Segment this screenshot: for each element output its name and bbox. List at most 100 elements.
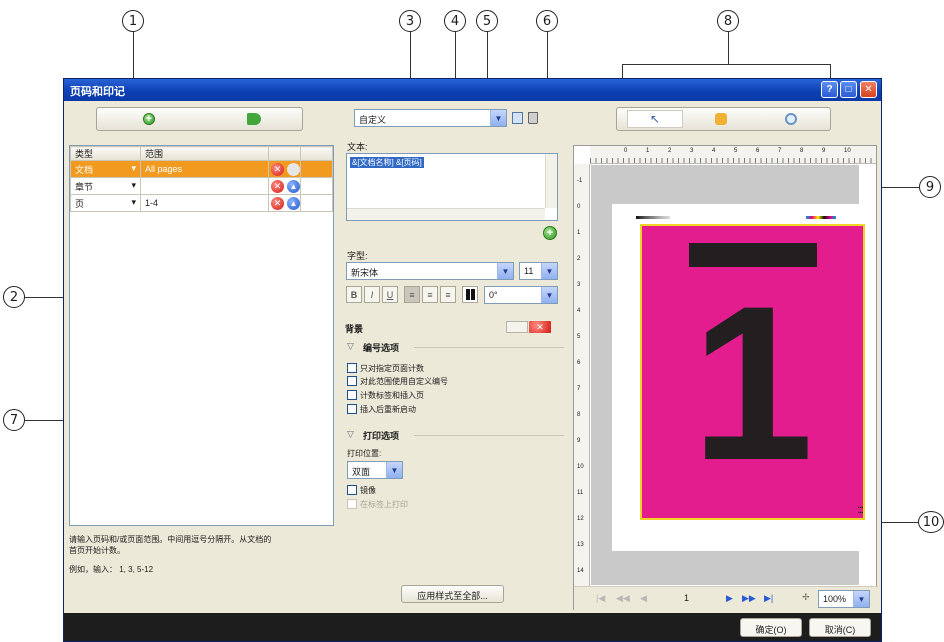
- delete-style-icon[interactable]: [528, 112, 538, 124]
- delete-icon[interactable]: ✕: [271, 197, 284, 210]
- delete-icon[interactable]: ✕: [271, 163, 284, 176]
- help-example: 例如，输入： 1, 3, 5-12: [69, 565, 154, 574]
- range-cell[interactable]: [140, 177, 269, 195]
- ruler-tick: 2: [577, 256, 581, 262]
- ruler-tick: 10: [844, 148, 851, 154]
- ruler-tick: 0: [624, 148, 628, 154]
- rule-toolbar: +: [96, 107, 303, 131]
- style-preset-select[interactable]: 自定义 ▼: [354, 109, 507, 127]
- chevron-down-icon[interactable]: ▼: [541, 263, 557, 279]
- print-position-select[interactable]: 双面 ▼: [347, 461, 403, 479]
- type-cell[interactable]: 章节 ▾: [70, 177, 141, 195]
- ruler-tick: 5: [577, 334, 581, 340]
- dropdown-arrow-icon[interactable]: ▾: [131, 197, 136, 208]
- rotation-select[interactable]: 0° ▼: [484, 286, 558, 304]
- dropdown-arrow-icon[interactable]: ▾: [131, 180, 136, 191]
- maximize-icon[interactable]: □: [840, 81, 857, 98]
- clear-background-icon[interactable]: ✕: [529, 321, 551, 333]
- font-select[interactable]: 新宋体 ▼: [346, 262, 514, 280]
- align-center-icon[interactable]: ≡: [422, 286, 438, 303]
- numbering-option: 只对指定页面计数: [360, 364, 424, 373]
- actions-cell: ✕ ▲: [268, 194, 301, 212]
- zoom-select[interactable]: 100% ▼: [818, 590, 870, 608]
- header-actions: [268, 146, 301, 161]
- chevron-down-icon[interactable]: ▼: [386, 462, 402, 478]
- prev-ten-icon: ◀◀: [616, 593, 630, 603]
- underline-button[interactable]: U: [382, 286, 398, 303]
- hand-tool-icon[interactable]: [715, 113, 727, 125]
- checkbox[interactable]: [347, 485, 357, 495]
- header-range[interactable]: 范围: [140, 146, 269, 161]
- page-number-stamp: ▪▪▪ ▪▪▪: [858, 505, 864, 516]
- checkbox[interactable]: [347, 363, 357, 373]
- tag-icon[interactable]: [247, 113, 261, 125]
- move-up-icon[interactable]: ▲: [287, 197, 300, 210]
- background-color-swatch[interactable]: [506, 321, 528, 333]
- next-ten-icon[interactable]: ▶▶: [742, 593, 756, 604]
- ruler-tick: 7: [778, 148, 782, 154]
- checkbox[interactable]: [347, 404, 357, 414]
- type-value: 章节: [75, 181, 94, 192]
- dropdown-arrow-icon[interactable]: ▾: [131, 163, 136, 174]
- empty-cell: [300, 194, 333, 212]
- range-cell[interactable]: 1-4: [140, 194, 269, 212]
- move-up-icon[interactable]: ▲: [287, 180, 300, 193]
- mirror-label: 镜像: [360, 486, 376, 495]
- next-page-icon[interactable]: ▶: [726, 593, 733, 604]
- zoom-tool-icon[interactable]: [785, 113, 797, 125]
- numbering-option: 计数标签和插入页: [360, 391, 424, 400]
- vertical-scrollbar[interactable]: [545, 154, 557, 208]
- checkbox[interactable]: [347, 376, 357, 386]
- insert-variable-icon[interactable]: +: [543, 226, 557, 240]
- align-right-icon[interactable]: ≡: [440, 286, 456, 303]
- chevron-down-icon[interactable]: ▼: [490, 110, 506, 126]
- cancel-button[interactable]: 取消(C): [809, 618, 871, 637]
- add-icon[interactable]: +: [143, 113, 155, 125]
- page-number[interactable]: 1: [684, 593, 689, 603]
- callout-8-bracket: [622, 64, 831, 65]
- callout-6: 6: [536, 10, 558, 32]
- chevron-down-icon[interactable]: ▼: [541, 287, 557, 303]
- close-icon[interactable]: ✕: [860, 81, 877, 98]
- font-size-value: 11: [524, 266, 534, 276]
- empty-cell: [300, 177, 333, 195]
- delete-icon[interactable]: ✕: [271, 180, 284, 193]
- align-left-icon[interactable]: ≡: [404, 286, 420, 303]
- save-style-icon[interactable]: [512, 112, 523, 124]
- pointer-tool-icon[interactable]: ↖: [627, 110, 683, 128]
- help-text-line-2: 首页开始计数。: [69, 546, 125, 555]
- first-page-icon: |◀: [596, 593, 606, 603]
- table-row[interactable]: 章节 ▾ ✕ ▲: [70, 177, 333, 195]
- type-cell[interactable]: 文档 ▾: [70, 160, 141, 178]
- ruler-tick: 4: [712, 148, 716, 154]
- text-color-icon[interactable]: [462, 286, 478, 303]
- help-icon[interactable]: ?: [821, 81, 838, 98]
- numbering-option: 对此范围使用自定义编号: [360, 377, 448, 386]
- fit-icon[interactable]: ✢: [802, 592, 810, 603]
- apply-style-button[interactable]: 应用样式至全部...: [401, 585, 504, 603]
- bold-button[interactable]: B: [346, 286, 362, 303]
- ok-button[interactable]: 确定(O): [740, 618, 802, 637]
- font-size-select[interactable]: 11 ▼: [519, 262, 558, 280]
- checkbox[interactable]: [347, 390, 357, 400]
- cancel-label: 取消(C): [824, 625, 856, 635]
- chevron-down-icon[interactable]: ▼: [853, 591, 869, 607]
- preview-toolbar: ↖: [616, 107, 831, 131]
- range-cell[interactable]: All pages: [140, 160, 269, 178]
- header-type[interactable]: 类型: [70, 146, 141, 161]
- horizontal-scrollbar[interactable]: [347, 208, 545, 220]
- left-ruler: -1 0 1 2 3 4 5 6 7 8 9 10 11 12 13 14: [574, 164, 590, 586]
- text-input[interactable]: &[文档名称] &[页码]: [346, 153, 558, 221]
- collapse-arrow-icon[interactable]: ▽: [347, 341, 354, 352]
- table-row[interactable]: 页 ▾ 1-4 ✕ ▲: [70, 194, 333, 212]
- last-page-icon[interactable]: ▶|: [764, 593, 773, 604]
- print-options-label[interactable]: 打印选项: [363, 429, 399, 442]
- page-numbers-dialog: 页码和印记 ? □ ✕ + 类型 范围 文档 ▾ All pages ✕ 章节 …: [63, 78, 882, 642]
- type-cell[interactable]: 页 ▾: [70, 194, 141, 212]
- chevron-down-icon[interactable]: ▼: [497, 263, 513, 279]
- table-row[interactable]: 文档 ▾ All pages ✕: [70, 160, 333, 178]
- collapse-arrow-icon[interactable]: ▽: [347, 429, 354, 440]
- italic-button[interactable]: I: [364, 286, 380, 303]
- numbering-options-label[interactable]: 编号选项: [363, 341, 399, 354]
- ruler-tick: 9: [822, 148, 826, 154]
